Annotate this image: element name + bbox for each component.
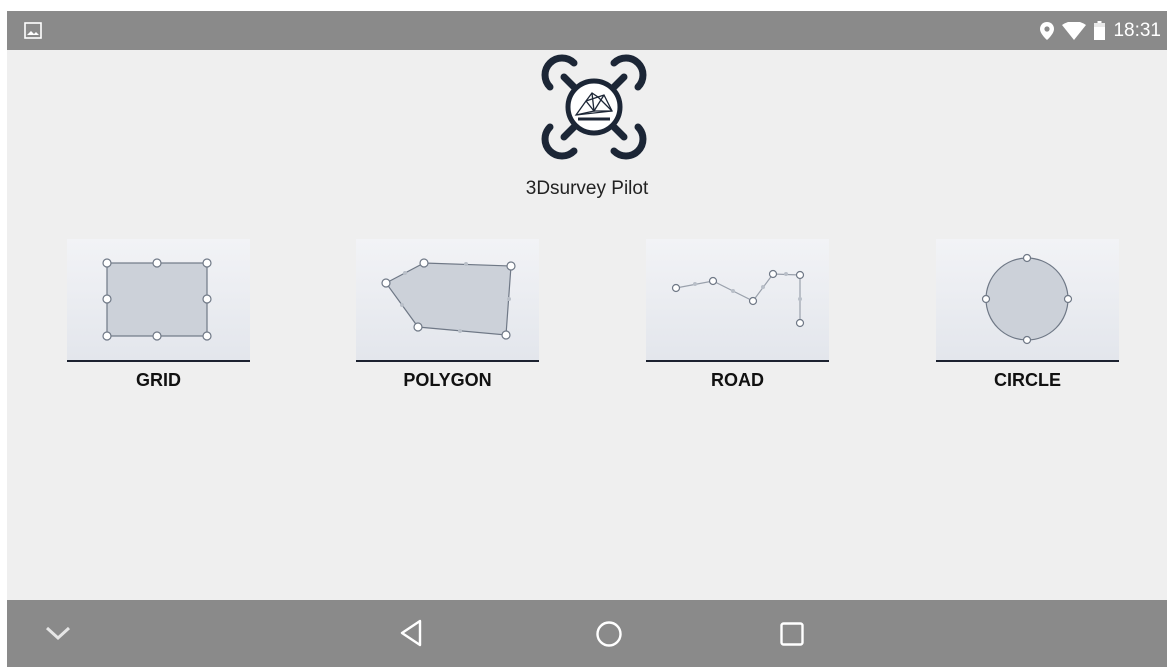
home-icon[interactable] (595, 620, 623, 648)
grid-mode-button[interactable]: GRID (67, 239, 250, 399)
grid-label: GRID (136, 370, 181, 390)
back-icon[interactable] (399, 619, 423, 647)
circle-thumbnail (936, 239, 1119, 360)
gallery-notification-icon (24, 22, 42, 39)
location-icon (1040, 21, 1055, 40)
status-icons: 18:31 (1040, 11, 1161, 50)
polygon-label: POLYGON (403, 370, 492, 390)
status-clock: 18:31 (1113, 19, 1161, 41)
road-thumbnail (646, 239, 829, 360)
status-bar: 18:31 (7, 11, 1167, 50)
grid-thumbnail (67, 239, 250, 360)
android-screen: 18:31 3Dsurvey Pilot GRID POLYGON ROAD C… (7, 11, 1167, 667)
drone-logo (541, 54, 647, 160)
circle-label: CIRCLE (994, 370, 1061, 390)
road-polyline-icon (671, 269, 805, 328)
road-label: ROAD (711, 370, 764, 390)
circle-shape-icon (981, 253, 1073, 345)
hide-keyboard-icon[interactable] (44, 624, 72, 642)
grid-rectangle-icon (102, 258, 212, 341)
circle-mode-button[interactable]: CIRCLE (936, 239, 1119, 399)
grid-underline (67, 360, 250, 362)
recents-icon[interactable] (779, 621, 805, 647)
polygon-shape-icon (381, 258, 516, 340)
app-title: 3Dsurvey Pilot (525, 178, 649, 199)
road-underline (646, 360, 829, 362)
polygon-thumbnail (356, 239, 539, 360)
polygon-mode-button[interactable]: POLYGON (356, 239, 539, 399)
battery-icon (1094, 21, 1106, 40)
circle-underline (936, 360, 1119, 362)
polygon-underline (356, 360, 539, 362)
wifi-icon (1062, 21, 1087, 40)
road-mode-button[interactable]: ROAD (646, 239, 829, 399)
navigation-bar (7, 600, 1167, 667)
